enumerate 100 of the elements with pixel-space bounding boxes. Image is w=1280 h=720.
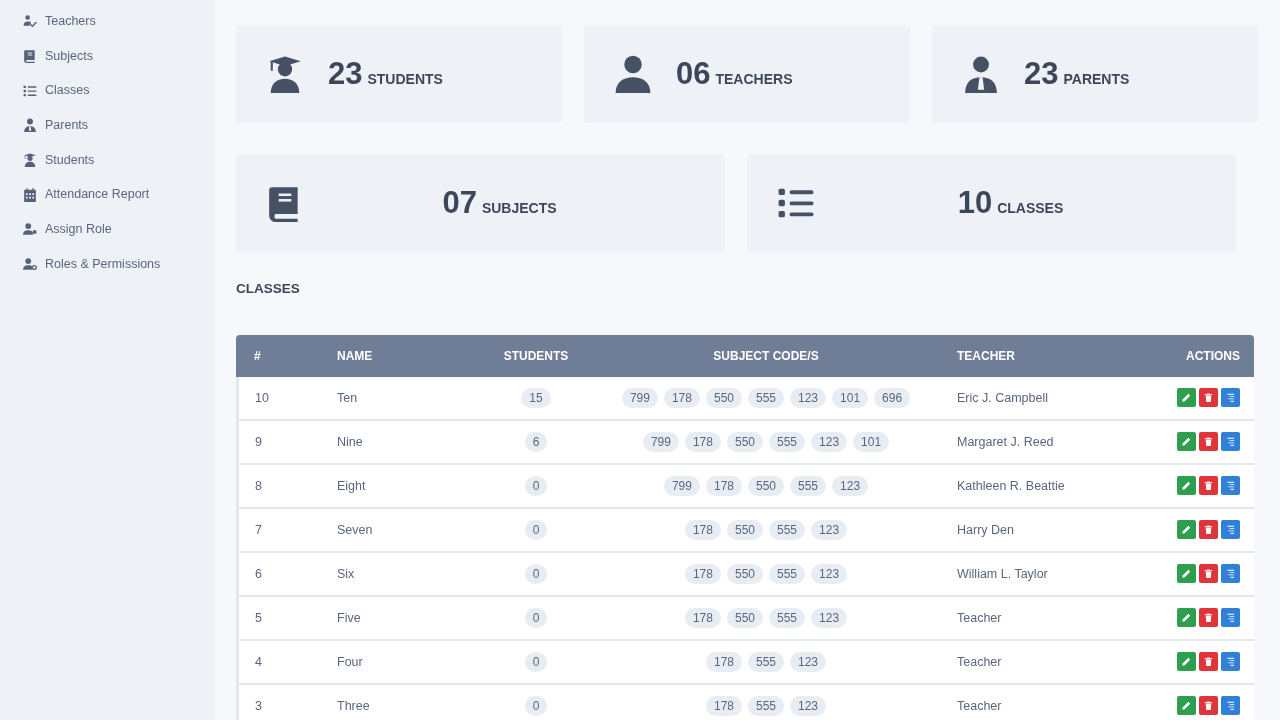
delete-button[interactable] xyxy=(1199,695,1218,715)
code-badge: 178 xyxy=(684,564,721,585)
edit-button[interactable] xyxy=(1177,431,1196,451)
table-cell: 4 xyxy=(236,641,336,686)
details-button[interactable] xyxy=(1221,475,1240,495)
graduate-icon xyxy=(23,153,37,168)
section-title: CLASSES xyxy=(236,280,301,298)
code-badge: 696 xyxy=(874,388,911,409)
edit-button[interactable] xyxy=(1177,519,1196,539)
stat-count: 07 xyxy=(442,183,477,222)
delete-button[interactable] xyxy=(1199,387,1218,407)
sidebar-item[interactable]: Classes xyxy=(23,73,215,109)
code-badge: 123 xyxy=(790,388,827,409)
count-badge: 0 xyxy=(524,520,548,541)
delete-button[interactable] xyxy=(1199,475,1218,495)
user-settings-icon xyxy=(23,257,37,272)
sidebar-item[interactable]: Students xyxy=(23,142,215,178)
delete-button[interactable] xyxy=(1199,563,1218,583)
edit-button[interactable] xyxy=(1177,387,1196,407)
table-cell: Teacher xyxy=(956,597,1126,642)
pencil-icon xyxy=(1181,479,1192,491)
trash-icon xyxy=(1203,699,1214,711)
code-badge: 555 xyxy=(790,476,827,497)
details-button[interactable] xyxy=(1221,519,1240,539)
table-cell: 8 xyxy=(236,465,336,510)
count-badge: 0 xyxy=(524,564,548,585)
edit-button[interactable] xyxy=(1177,651,1196,671)
sidebar-item[interactable]: Attendance Report xyxy=(23,177,215,213)
list-icon xyxy=(1225,435,1236,447)
details-button[interactable] xyxy=(1221,607,1240,627)
code-badge: 178 xyxy=(663,388,700,409)
table-cell: Four xyxy=(336,641,496,686)
pencil-icon xyxy=(1181,699,1192,711)
column-header: NAME xyxy=(336,335,496,378)
delete-button[interactable] xyxy=(1199,431,1218,451)
code-badge: 550 xyxy=(748,476,784,497)
table-cell: Ten xyxy=(336,377,496,422)
details-button[interactable] xyxy=(1221,387,1240,407)
code-badge: 101 xyxy=(832,388,869,409)
list-icon xyxy=(1225,699,1236,711)
pencil-icon xyxy=(1181,655,1192,667)
code-badge: 101 xyxy=(853,432,890,453)
code-badge: 555 xyxy=(748,388,784,409)
pencil-icon xyxy=(1181,611,1192,623)
edit-button[interactable] xyxy=(1177,607,1196,627)
code-badge: 799 xyxy=(663,476,700,497)
table-cell: Teacher xyxy=(956,641,1126,686)
stat-label: STUDENTS xyxy=(367,69,443,89)
edit-button[interactable] xyxy=(1177,475,1196,495)
table-cell: William L. Taylor xyxy=(956,553,1126,598)
sidebar-item[interactable]: Parents xyxy=(23,108,215,143)
user-check-icon xyxy=(23,14,37,29)
details-button[interactable] xyxy=(1221,563,1240,583)
sidebar-item[interactable]: Subjects xyxy=(23,38,215,74)
table-cell: 6 xyxy=(236,553,336,598)
table-cell: 3 xyxy=(236,685,336,720)
stat-label: CLASSES xyxy=(997,198,1064,218)
delete-button[interactable] xyxy=(1199,607,1218,627)
stat-label: TEACHERS xyxy=(715,69,793,89)
list-icon xyxy=(1225,611,1236,623)
code-badge: 555 xyxy=(748,696,784,717)
list-icon xyxy=(23,83,37,98)
code-badge: 123 xyxy=(790,696,827,717)
table-cell: Eric J. Campbell xyxy=(956,377,1126,422)
code-badge: 550 xyxy=(726,564,763,585)
sidebar-item[interactable]: Teachers xyxy=(23,4,215,39)
code-badge: 555 xyxy=(769,608,806,629)
table-cell: Eight xyxy=(336,465,496,510)
sidebar-item[interactable]: Assign Role xyxy=(23,212,215,247)
sidebar-item[interactable]: Roles & Permissions xyxy=(23,246,215,282)
code-badge: 123 xyxy=(811,432,848,453)
delete-button[interactable] xyxy=(1199,519,1218,539)
code-badge: 550 xyxy=(705,388,742,409)
count-badge: 0 xyxy=(524,696,548,717)
edit-button[interactable] xyxy=(1177,695,1196,715)
edit-button[interactable] xyxy=(1177,563,1196,583)
count-badge: 15 xyxy=(521,388,551,409)
column-header: SUBJECT CODE/S xyxy=(576,335,956,378)
table-cell: Harry Den xyxy=(956,509,1126,554)
details-button[interactable] xyxy=(1221,695,1240,715)
pencil-icon xyxy=(1181,391,1192,403)
stat-count: 23 xyxy=(328,54,363,93)
code-badge: 550 xyxy=(726,608,763,629)
pencil-icon xyxy=(1181,567,1192,579)
table-cell: Kathleen R. Beattie xyxy=(956,465,1126,510)
stat-label: PARENTS xyxy=(1063,69,1130,89)
details-button[interactable] xyxy=(1221,431,1240,451)
trash-icon xyxy=(1203,523,1214,535)
table-cell: 5 xyxy=(236,597,336,642)
list-icon xyxy=(1225,391,1236,403)
trash-icon xyxy=(1203,655,1214,667)
code-badge: 178 xyxy=(705,652,742,673)
code-badge: 555 xyxy=(769,432,806,453)
count-badge: 6 xyxy=(524,432,548,453)
code-badge: 799 xyxy=(642,432,679,453)
delete-button[interactable] xyxy=(1199,651,1218,671)
details-button[interactable] xyxy=(1221,651,1240,671)
table-cell: 9 xyxy=(236,421,336,466)
trash-icon xyxy=(1203,567,1214,579)
trash-icon xyxy=(1203,611,1214,623)
